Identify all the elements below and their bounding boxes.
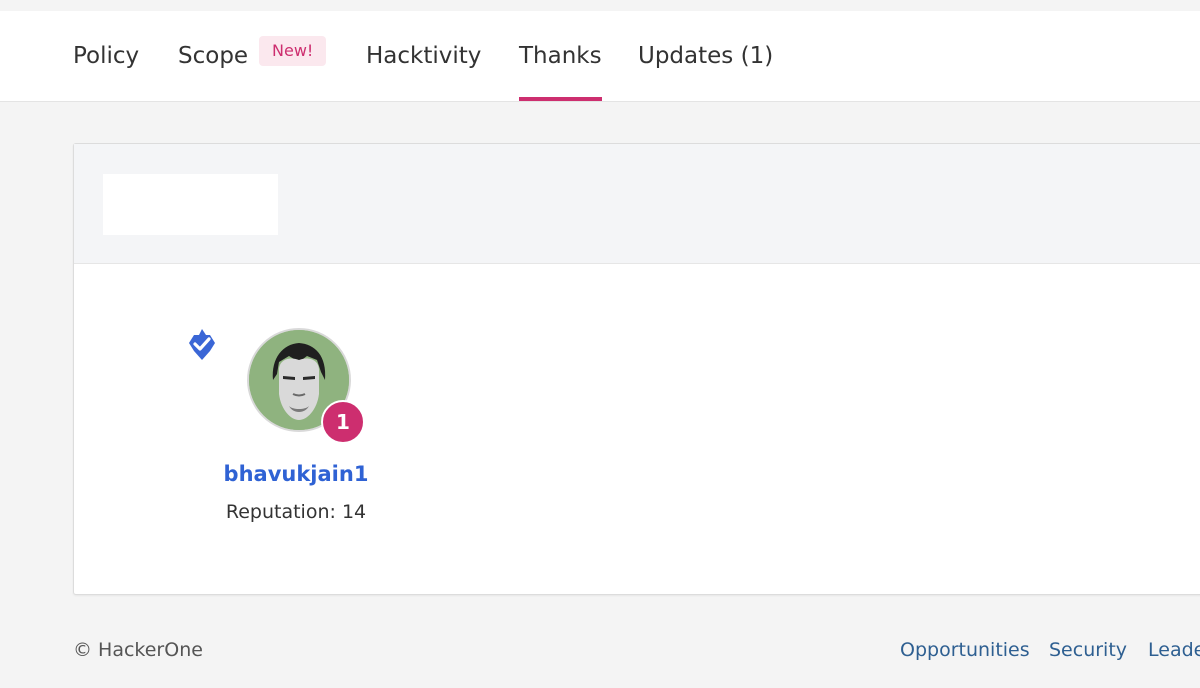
footer-copyright: © HackerOne (73, 639, 203, 661)
verified-icon (189, 329, 215, 360)
tab-thanks[interactable]: Thanks (519, 11, 602, 101)
thanks-card: 1 bhavukjain1 Reputation: 14 (73, 143, 1200, 595)
top-strip (0, 0, 1200, 11)
hacker-avatar-group[interactable]: 1 (247, 328, 365, 444)
program-nav: Policy Scope New! Hacktivity Thanks Upda… (0, 11, 1200, 102)
hacker-reputation: Reputation: 14 (225, 501, 367, 523)
footer-link-security[interactable]: Security (1049, 639, 1127, 661)
card-header (74, 144, 1200, 264)
tab-hacktivity[interactable]: Hacktivity (366, 11, 481, 101)
new-badge: New! (259, 36, 327, 66)
tab-updates[interactable]: Updates (1) (638, 11, 773, 101)
rank-badge: 1 (321, 400, 365, 444)
tab-scope[interactable]: Scope (178, 11, 248, 101)
header-filter-box (103, 174, 278, 235)
tab-policy[interactable]: Policy (73, 11, 139, 101)
footer-link-opportunities[interactable]: Opportunities (900, 639, 1030, 661)
footer-link-leaderboard[interactable]: Leade (1148, 639, 1200, 661)
hacker-username-link[interactable]: bhavukjain1 (156, 462, 436, 486)
